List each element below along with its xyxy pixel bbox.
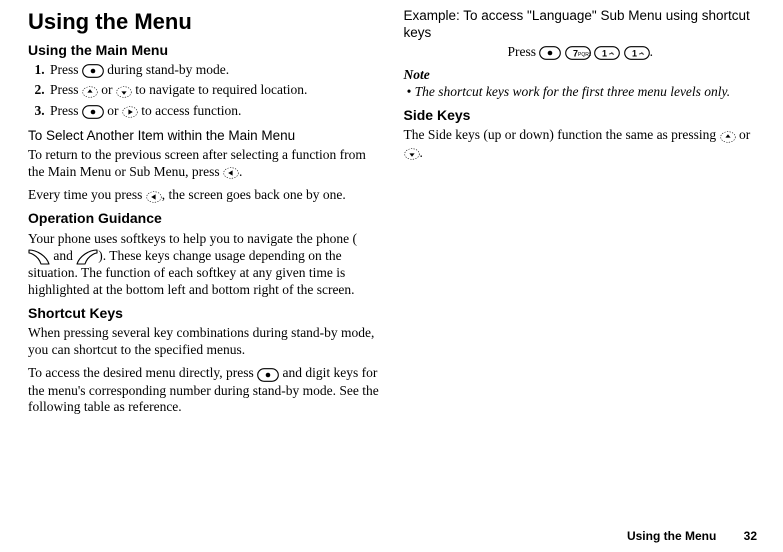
example-press-line: Press 7 PQRS	[404, 44, 758, 61]
digit-1-key-icon: 1	[594, 44, 620, 61]
center-key-icon	[539, 44, 561, 61]
svg-text:1: 1	[632, 49, 637, 59]
page-footer: Using the Menu 32	[627, 529, 757, 544]
footer-title: Using the Menu	[627, 529, 716, 543]
press-end: .	[650, 44, 653, 59]
press-label: Press	[508, 44, 540, 59]
center-key-icon	[257, 366, 279, 383]
step-1-pre: Press	[50, 62, 82, 77]
para-every-time: Every time you press , the screen goes b…	[28, 187, 382, 204]
heading-operation-guidance: Operation Guidance	[28, 210, 382, 228]
softkey-left-icon	[28, 248, 50, 265]
note-bullet: •	[407, 84, 412, 99]
para-shortcut-2: To access the desired menu directly, pre…	[28, 365, 382, 416]
step-2-mid: or	[101, 82, 116, 97]
svg-text:PQRS: PQRS	[578, 52, 591, 58]
nav-left-icon	[146, 188, 162, 205]
right-column: Example: To access "Language" Sub Menu u…	[404, 8, 758, 422]
step-2-pre: Press	[50, 82, 82, 97]
heading-main-menu: Using the Main Menu	[28, 42, 382, 60]
nav-left-icon	[223, 164, 239, 181]
footer-page-number: 32	[744, 529, 757, 543]
center-key-icon	[82, 103, 104, 120]
para-side-keys-c: .	[420, 145, 423, 160]
para-every-time-b: , the screen goes back one by one.	[162, 187, 346, 202]
step-3-mid: or	[107, 103, 122, 118]
note-text: The shortcut keys work for the first thr…	[415, 84, 731, 99]
para-return-previous-a: To return to the previous screen after s…	[28, 147, 366, 179]
page-title: Using the Menu	[28, 8, 382, 36]
nav-down-icon	[116, 83, 132, 100]
nav-right-icon	[122, 103, 138, 120]
example-heading: Example: To access "Language" Sub Menu u…	[404, 8, 758, 42]
para-side-keys: The Side keys (up or down) function the …	[404, 127, 758, 162]
digit-7-key-icon: 7 PQRS	[565, 44, 591, 61]
note-heading: Note	[404, 67, 758, 84]
para-shortcut-2-a: To access the desired menu directly, pre…	[28, 365, 257, 380]
nav-up-icon	[720, 128, 736, 145]
step-3: Press or to access f	[48, 103, 382, 120]
para-side-keys-b: or	[739, 127, 750, 142]
heading-select-another: To Select Another Item within the Main M…	[28, 128, 382, 145]
column-container: Using the Menu Using the Main Menu Press…	[28, 8, 757, 422]
para-shortcut-1: When pressing several key combinations d…	[28, 325, 382, 359]
softkey-right-icon	[76, 248, 98, 265]
left-column: Using the Menu Using the Main Menu Press…	[28, 8, 382, 422]
para-softkeys-a: Your phone uses softkeys to help you to …	[28, 231, 357, 246]
center-key-icon	[82, 62, 104, 79]
step-1: Press during stand-by mode.	[48, 62, 382, 79]
heading-side-keys: Side Keys	[404, 107, 758, 125]
step-3-post: to access function.	[141, 103, 241, 118]
nav-down-icon	[404, 145, 420, 162]
step-2: Press or to navigate	[48, 82, 382, 99]
digit-1-key-icon: 1	[624, 44, 650, 61]
para-softkeys: Your phone uses softkeys to help you to …	[28, 231, 382, 299]
heading-shortcut-keys: Shortcut Keys	[28, 305, 382, 323]
note-body: • The shortcut keys work for the first t…	[404, 84, 758, 101]
steps-list: Press during stand-by mode. Press	[28, 62, 382, 120]
document-page: Using the Menu Using the Main Menu Press…	[0, 0, 783, 552]
step-2-post: to navigate to required location.	[135, 82, 307, 97]
para-side-keys-a: The Side keys (up or down) function the …	[404, 127, 720, 142]
para-every-time-a: Every time you press	[28, 187, 146, 202]
step-3-pre: Press	[50, 103, 82, 118]
para-softkeys-b: and	[53, 248, 76, 263]
para-return-previous: To return to the previous screen after s…	[28, 147, 382, 181]
para-return-previous-b: .	[239, 164, 242, 179]
svg-text:1: 1	[602, 49, 607, 59]
nav-up-icon	[82, 83, 98, 100]
step-1-post: during stand-by mode.	[107, 62, 229, 77]
